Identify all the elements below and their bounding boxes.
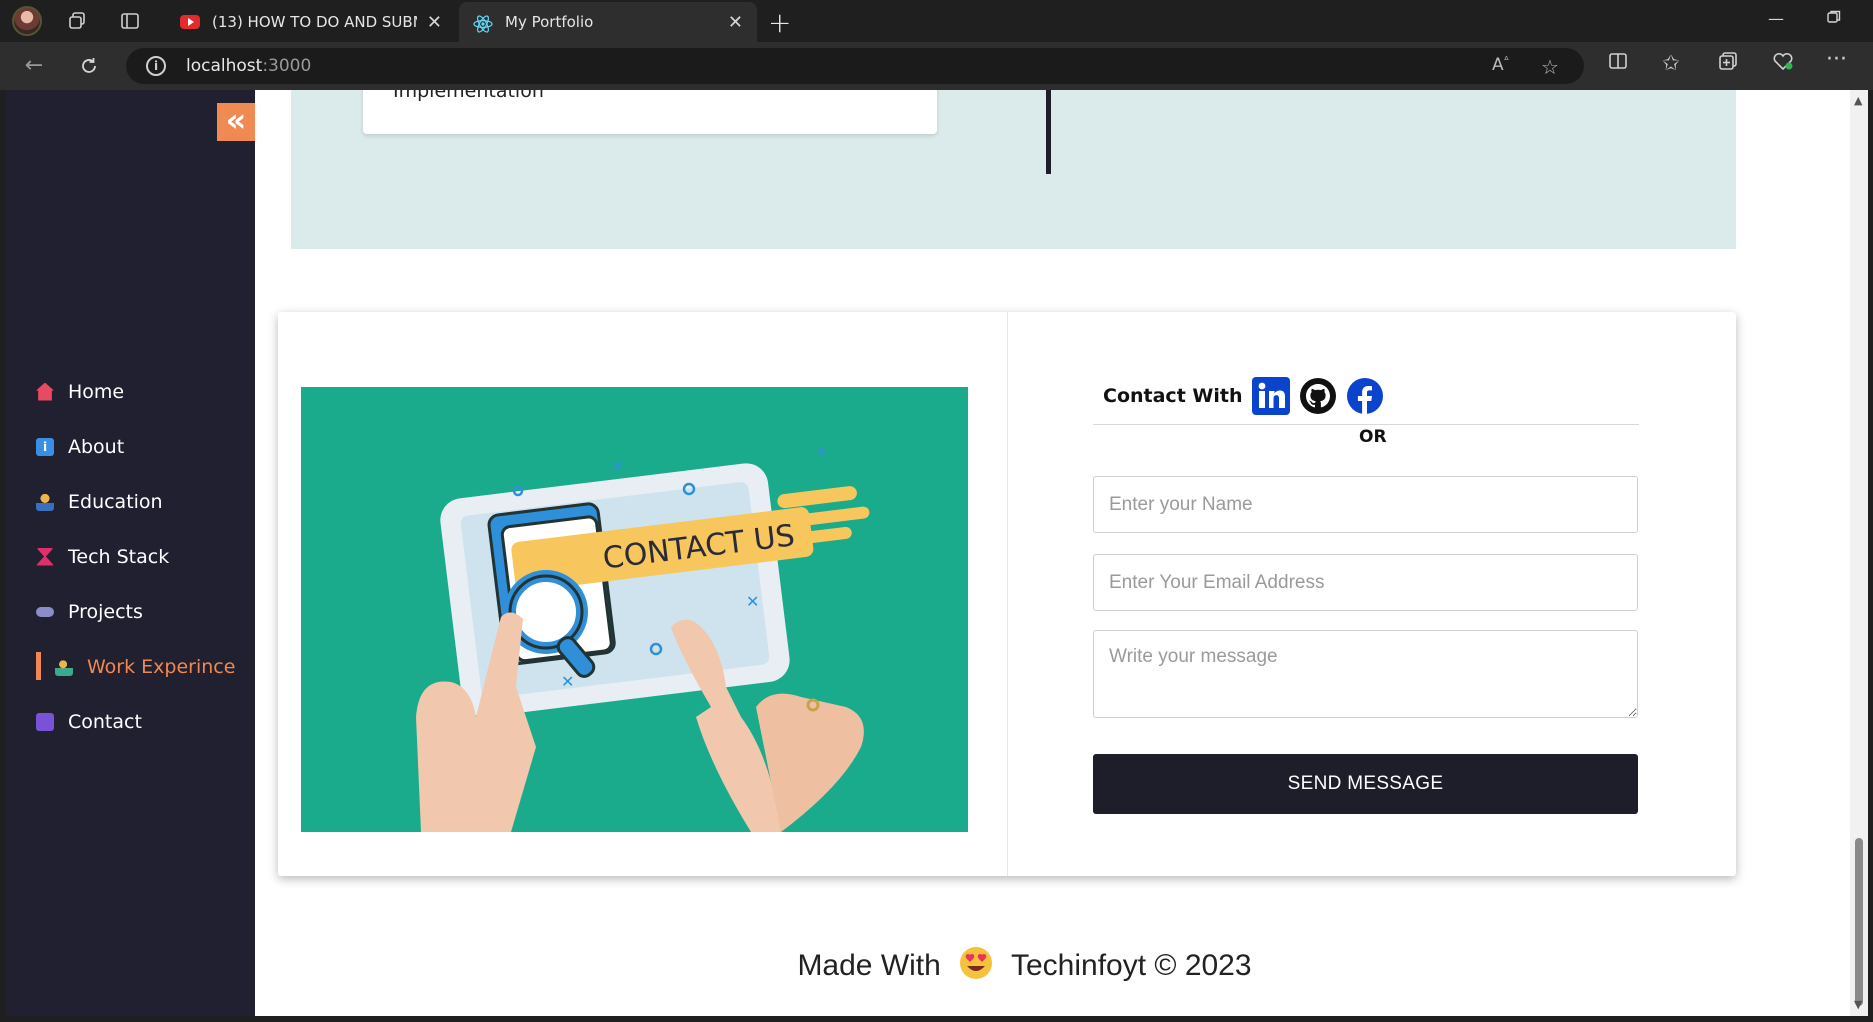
- linkedin-icon[interactable]: [1251, 376, 1291, 416]
- youtube-icon: [180, 15, 200, 29]
- worker-icon: [55, 657, 73, 676]
- timeline-line: [1046, 90, 1051, 174]
- footer: Made With Techinfoyt © 2023: [255, 946, 1794, 983]
- favorites-icon[interactable]: ✩: [1662, 51, 1680, 75]
- sidebar-item-label: Work Experince: [87, 655, 236, 678]
- collections-icon[interactable]: [1718, 51, 1738, 76]
- more-menu-icon[interactable]: ···: [1826, 47, 1847, 72]
- tab-youtube[interactable]: (13) HOW TO DO AND SUBMIT C ✕: [166, 2, 456, 42]
- new-tab-icon[interactable]: +: [768, 6, 791, 39]
- refresh-icon[interactable]: [75, 52, 103, 80]
- url-text: localhost:3000: [186, 56, 312, 76]
- site-info-icon[interactable]: i: [146, 56, 166, 76]
- scrollbar-thumb[interactable]: [1855, 838, 1863, 1006]
- contact-with-label: Contact With: [1103, 385, 1243, 407]
- contact-card: CONTACT US ✕ ✕ ✕ ✕ Contact With OR Enter…: [278, 312, 1736, 876]
- contact-with-row: Contact With: [1103, 376, 1392, 416]
- hourglass-icon: [36, 547, 54, 566]
- sidebar-item-education[interactable]: Education: [6, 474, 255, 529]
- react-icon: [473, 15, 493, 33]
- projector-icon: [36, 606, 54, 617]
- sidebar-nav: Home i About Education Tech Stack Projec…: [6, 364, 255, 749]
- sidebar-item-work-experience[interactable]: Work Experince: [6, 639, 255, 694]
- sidebar-item-projects[interactable]: Projects: [6, 584, 255, 639]
- email-input[interactable]: [1093, 554, 1638, 611]
- workspaces-icon[interactable]: [64, 8, 90, 34]
- restore-icon[interactable]: [1826, 9, 1842, 29]
- svg-text:✕: ✕: [611, 457, 624, 476]
- name-input[interactable]: [1093, 476, 1638, 533]
- tab-actions-icon[interactable]: [117, 8, 143, 34]
- sidebar-item-label: About: [68, 435, 125, 458]
- tab-portfolio[interactable]: My Portfolio ✕: [459, 2, 757, 42]
- contact-us-illustration: CONTACT US ✕ ✕ ✕ ✕: [301, 387, 968, 832]
- scroll-down-icon[interactable]: ▼: [1854, 998, 1862, 1011]
- tab-title: My Portfolio: [505, 13, 594, 31]
- page-viewport: « Home i About Education Tech Stack Proj…: [6, 90, 1850, 1016]
- browser-essentials-icon[interactable]: [1772, 51, 1794, 76]
- message-textarea[interactable]: [1093, 630, 1638, 718]
- profile-avatar[interactable]: [12, 6, 42, 36]
- browser-tab-bar: (13) HOW TO DO AND SUBMIT C ✕ My Portfol…: [0, 0, 1873, 42]
- experience-card: Implementation: [363, 90, 937, 134]
- contact-card-icon: [36, 712, 54, 731]
- experience-card-text: Implementation: [393, 90, 544, 102]
- svg-text:✕: ✕: [561, 672, 574, 691]
- sidebar-item-contact[interactable]: Contact: [6, 694, 255, 749]
- sidebar-item-about[interactable]: i About: [6, 419, 255, 474]
- sidebar-item-label: Contact: [68, 710, 142, 733]
- sidebar-item-label: Projects: [68, 600, 143, 623]
- minimize-icon[interactable]: —: [1768, 9, 1784, 28]
- footer-brand: Techinfoyt © 2023: [1010, 949, 1252, 982]
- close-icon[interactable]: ✕: [728, 12, 743, 33]
- svg-text:✕: ✕: [816, 445, 828, 461]
- home-icon: [36, 382, 54, 401]
- page-scrollbar[interactable]: ▲ ▼: [1850, 90, 1868, 1016]
- or-label: OR: [1351, 427, 1395, 447]
- github-icon[interactable]: [1298, 376, 1338, 416]
- scroll-up-icon[interactable]: ▲: [1854, 94, 1862, 107]
- send-message-button[interactable]: SEND MESSAGE: [1093, 754, 1638, 814]
- facebook-icon[interactable]: [1345, 376, 1385, 416]
- sidebar-item-label: Home: [68, 380, 125, 403]
- browser-toolbar: ← i localhost:3000 Aᐞ ☆ ✩ ···: [0, 42, 1873, 90]
- back-icon[interactable]: ←: [20, 52, 48, 80]
- student-icon: [36, 492, 54, 511]
- sidebar-item-label: Tech Stack: [68, 545, 170, 568]
- sidebar-item-tech-stack[interactable]: Tech Stack: [6, 529, 255, 584]
- favorite-star-icon[interactable]: ☆: [1541, 55, 1559, 79]
- main-content: Implementation CONTACT US ✕ ✕ ✕ ✕ Contac…: [255, 90, 1850, 1016]
- heart-eyes-emoji-icon: [960, 947, 993, 979]
- split-screen-icon[interactable]: [1608, 51, 1628, 76]
- footer-made-with: Made With: [797, 949, 941, 982]
- address-bar[interactable]: i localhost:3000 Aᐞ ☆: [126, 48, 1584, 84]
- svg-text:✕: ✕: [746, 592, 759, 611]
- or-divider: OR: [1093, 424, 1639, 447]
- sidebar-item-label: Education: [68, 490, 163, 513]
- card-divider: [1007, 312, 1008, 876]
- close-icon[interactable]: ✕: [427, 12, 442, 33]
- info-icon: i: [36, 437, 54, 456]
- experience-section: Implementation: [291, 90, 1736, 249]
- read-aloud-icon[interactable]: Aᐞ: [1492, 55, 1509, 75]
- collapse-sidebar-button[interactable]: «: [217, 103, 255, 141]
- sidebar-item-home[interactable]: Home: [6, 364, 255, 419]
- tab-title: (13) HOW TO DO AND SUBMIT C: [212, 13, 417, 31]
- sidebar: « Home i About Education Tech Stack Proj…: [6, 90, 255, 1016]
